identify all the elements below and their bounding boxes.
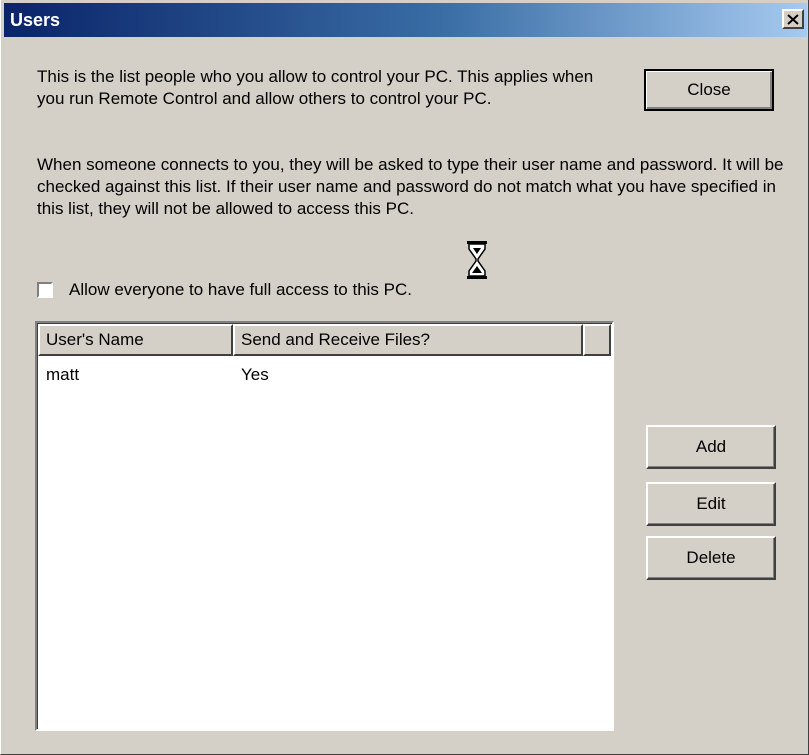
users-list-header: User's Name Send and Receive Files? [38,324,611,356]
window-title: Users [10,10,61,30]
column-header-send-receive[interactable]: Send and Receive Files? [233,324,583,356]
table-row[interactable]: matt Yes [38,364,583,386]
add-button[interactable]: Add [646,425,776,469]
allow-everyone-option[interactable]: Allow everyone to have full access to th… [37,278,412,302]
hourglass-icon [467,241,487,279]
users-list[interactable]: User's Name Send and Receive Files? matt… [35,321,614,731]
close-button[interactable]: Close [644,69,774,111]
column-header-spacer [583,324,611,356]
allow-everyone-checkbox[interactable] [37,282,53,298]
edit-button[interactable]: Edit [646,482,776,526]
close-x-icon [787,13,799,25]
users-dialog: Users This is the list people who you al… [0,0,809,755]
title-bar[interactable]: Users [4,3,807,37]
allow-everyone-label[interactable]: Allow everyone to have full access to th… [69,280,412,300]
detail-text: When someone connects to you, they will … [37,155,784,218]
delete-button[interactable]: Delete [646,536,776,580]
send-receive-cell: Yes [241,365,269,384]
intro-text: This is the list people who you allow to… [37,67,594,108]
title-close-button[interactable] [782,9,804,29]
user-name-cell: matt [46,365,80,384]
column-header-user-name[interactable]: User's Name [38,324,233,356]
